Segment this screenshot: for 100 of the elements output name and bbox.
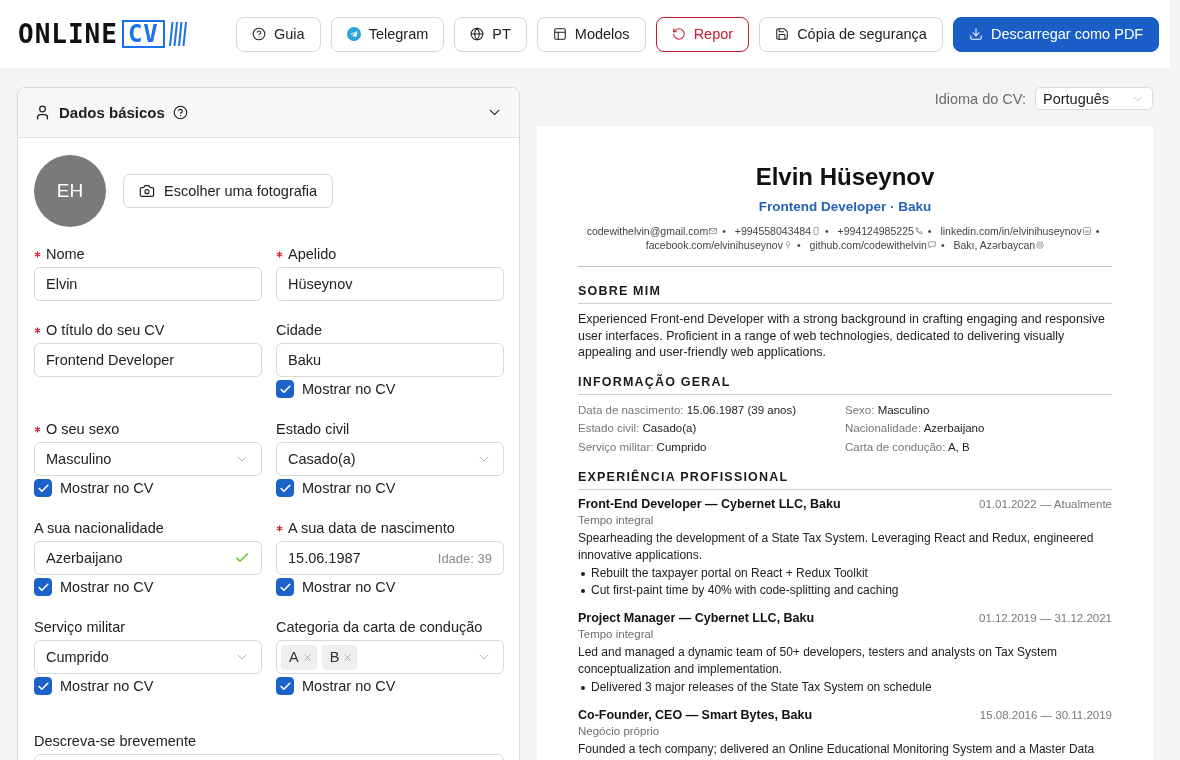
photo-button[interactable]: Escolher uma fotografia: [123, 174, 334, 208]
check-icon: [36, 679, 50, 693]
check-icon: [278, 679, 292, 693]
user-icon: [34, 104, 51, 121]
info-label: Estado civil:: [578, 422, 640, 434]
job-title: Co-Founder, CEO — Smart Bytes, Baku: [578, 707, 813, 723]
contact-text: linkedin.com/in/elvinihuseynov: [940, 224, 1082, 238]
section-heading: EXPERIÊNCIA PROFISSIONAL: [578, 469, 789, 485]
checkbox[interactable]: [276, 479, 294, 497]
checkbox-label: Mostrar no CV: [302, 480, 396, 496]
info-value: Cumprido: [656, 440, 707, 453]
field-label: Serviço militar: [34, 619, 126, 635]
contact-text: facebook.com/elvinihuseynov: [645, 238, 783, 252]
separator: •: [927, 224, 932, 238]
panel-header[interactable]: Dados básicos: [18, 88, 519, 138]
date-field[interactable]: 15.06.1987 Idade: 39: [276, 541, 504, 575]
contact-text: github.com/codewithelvin: [809, 238, 927, 252]
checkbox-label: Mostrar no CV: [302, 381, 396, 397]
info-label: Data de nascimento:: [578, 403, 684, 416]
toolbar-button[interactable]: Modelos: [536, 16, 646, 52]
input-field[interactable]: Baku: [276, 343, 504, 377]
field-label: O seu sexo: [46, 421, 120, 437]
bullet-text: Rebuilt the taxpayer portal on React + Redux Toolkit: [591, 565, 868, 582]
job-dates: 15.08.2016 — 30.11.2019: [979, 709, 1112, 721]
job-description: Spearheading the development of a State Tax System. Leveraging React and Redux, engineered innovative applications.: [578, 530, 1095, 563]
layout-icon: [552, 27, 567, 41]
section-heading: SOBRE MIM: [578, 283, 662, 299]
envelope-icon: [709, 227, 718, 235]
globe-icon: [470, 27, 485, 41]
chat-bubble-icon: [927, 241, 936, 249]
field-label: Descreva-se brevemente: [34, 733, 196, 749]
field-label: Nome: [46, 246, 85, 262]
toolbar-button[interactable]: Cópia de segurança: [759, 16, 943, 52]
checkbox[interactable]: [34, 578, 52, 596]
checkbox[interactable]: [276, 677, 294, 695]
info-label: Serviço militar:: [578, 440, 654, 453]
toolbar-button[interactable]: Guia: [236, 16, 321, 52]
field-label: A sua data de nascimento: [288, 520, 455, 536]
checkbox[interactable]: [34, 479, 52, 497]
hint-text: Idade: 39: [437, 550, 492, 566]
cv-subtitle: Frontend Developer · Baku: [757, 198, 933, 216]
language-select[interactable]: Português: [1035, 87, 1153, 110]
separator: •: [1095, 224, 1100, 238]
paragraph: Experienced Front-end Developer with a strong background in crafting engaging and responsive user interfaces. Proficient in a range of web technologies, dedicated to delivering visually appealing and user-friendly web applications.: [578, 311, 1106, 361]
check-icon: [36, 580, 50, 594]
job-description: Led and managed a dynamic team of 50+ developers, testers and analysts on Tax System conceptualization and implementation.: [578, 644, 1059, 677]
job-type: Negócio próprio: [578, 724, 661, 739]
checkbox-label: Mostrar no CV: [60, 480, 154, 496]
checkbox-label: Mostrar no CV: [302, 678, 396, 694]
avatar: EH: [34, 155, 106, 227]
contact-text: +994558043484: [734, 224, 811, 238]
job-title: Project Manager — Cybernet LLC, Baku: [578, 610, 815, 626]
target-icon: [1036, 241, 1045, 249]
job-type: Tempo integral: [578, 513, 655, 528]
logo-badge: CV: [121, 20, 165, 48]
tag-chip[interactable]: B: [321, 644, 358, 670]
checkbox[interactable]: [276, 578, 294, 596]
rotate-arrow-icon: [671, 27, 686, 41]
cv-name: Elvin Hüseynov: [754, 162, 936, 192]
contact-text: +994124985225: [837, 224, 914, 238]
checkbox-label: Mostrar no CV: [60, 579, 154, 595]
checkbox[interactable]: [34, 677, 52, 695]
toolbar-button[interactable]: Repor: [655, 16, 750, 52]
toolbar-button[interactable]: Descarregar como PDF: [952, 16, 1160, 52]
check-icon: [278, 580, 292, 594]
input-field[interactable]: Elvin: [34, 267, 262, 301]
select-field[interactable]: Cumprido: [34, 640, 262, 674]
paper-plane-icon: [346, 27, 361, 41]
contact-text: codewithelvin@gmail.com: [586, 224, 709, 238]
separator: •: [796, 238, 801, 252]
logo-wordmark: ONLINE: [18, 20, 118, 48]
info-value: Casado(a): [642, 422, 697, 434]
field-label: Cidade: [276, 322, 322, 338]
info-value: Masculino: [877, 403, 930, 416]
input-field[interactable]: Hüseynov: [276, 267, 504, 301]
camera-icon: [139, 183, 155, 199]
select-field[interactable]: Masculino: [34, 442, 262, 476]
help-icon[interactable]: [172, 105, 188, 120]
info-label: Nacionalidade:: [845, 422, 922, 434]
toolbar-button[interactable]: PT: [454, 16, 527, 52]
square-icon: [1082, 227, 1091, 235]
input-field[interactable]: Frontend Developer: [34, 343, 262, 377]
info-label: Carta de condução:: [845, 440, 946, 453]
job-dates: 01.01.2022 — Atualmente: [979, 498, 1112, 510]
checkbox[interactable]: [276, 380, 294, 398]
tags-field[interactable]: A B: [276, 640, 504, 674]
language-label: Idioma do CV:: [934, 90, 1026, 107]
field-label: Apelido: [288, 246, 337, 262]
info-label: Sexo:: [845, 403, 875, 416]
toolbar-button[interactable]: Telegram: [330, 16, 445, 52]
input-field[interactable]: Azerbaijano: [34, 541, 262, 575]
info-value: 15.06.1987 (39 anos): [686, 403, 797, 416]
separator: •: [940, 238, 945, 252]
tag-chip[interactable]: A: [281, 644, 317, 670]
job-description: Founded a tech company; delivered an Online Educational Monitoring System and a Master Data: [578, 741, 1096, 758]
field-label: A sua nacionalidade: [34, 520, 164, 536]
job-type: Tempo integral: [578, 627, 655, 642]
checkbox-label: Mostrar no CV: [60, 678, 154, 694]
info-value: A, B: [947, 440, 970, 453]
select-field[interactable]: Casado(a): [276, 442, 504, 476]
